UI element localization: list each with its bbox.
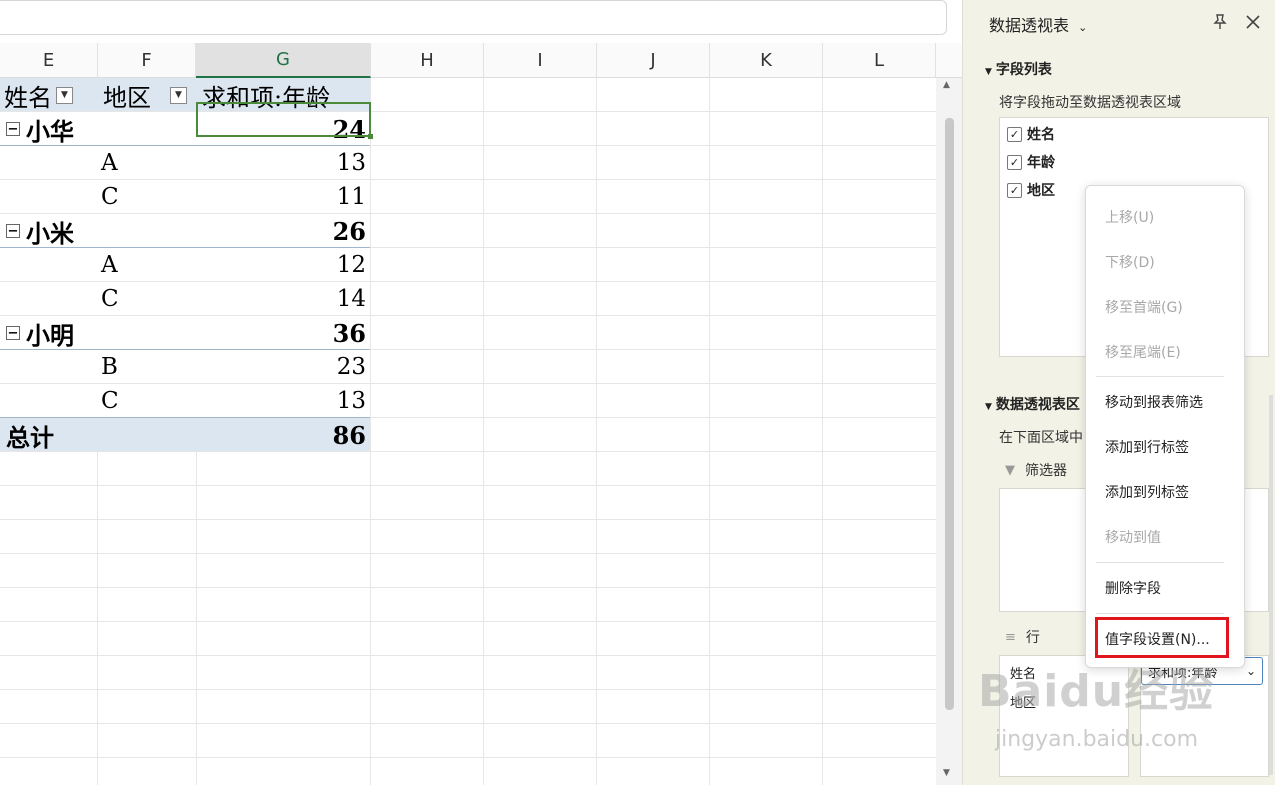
vertical-scrollbar[interactable]: ▲ ▼ — [936, 78, 962, 785]
menu-separator — [1096, 376, 1224, 377]
menu-item-move-to-report-filter[interactable]: 移动到报表筛选 — [1105, 392, 1203, 412]
pivot-group-total[interactable]: 26 — [196, 214, 366, 248]
field-list-section-title[interactable]: ▼ 字段列表 — [985, 59, 1052, 79]
baidu-jingyan-watermark-url: jingyan.baidu.com — [995, 727, 1199, 752]
pivot-region-cell[interactable]: C — [101, 282, 191, 316]
menu-item-move-down[interactable]: 下移(D) — [1105, 252, 1155, 272]
column-header-h[interactable]: H — [371, 43, 484, 78]
areas-description: 在下面区域中 — [999, 430, 1083, 446]
filter-label-text: 筛选器 — [1025, 463, 1067, 479]
collapse-triangle-icon[interactable]: ▼ — [985, 402, 992, 412]
panel-scrollbar[interactable] — [1269, 395, 1273, 775]
pivot-group-row[interactable]: − 小明 — [6, 316, 196, 350]
menu-item-move-to-values[interactable]: 移动到值 — [1105, 527, 1161, 547]
filter-dropdown-icon[interactable]: ▼ — [170, 86, 187, 104]
field-item-name[interactable]: ✓ 姓名 — [1007, 124, 1055, 144]
menu-separator — [1096, 562, 1224, 563]
field-item-region[interactable]: ✓ 地区 — [1007, 180, 1055, 200]
areas-section-title[interactable]: ▼ 数据透视表区 — [985, 394, 1080, 414]
spreadsheet: E F G H I J K L 姓名 ▼ 地区 ▼ 求和项:年龄 − 小华 24… — [0, 0, 962, 785]
areas-title-text: 数据透视表区 — [995, 397, 1080, 413]
pivot-value-cell[interactable]: 13 — [196, 146, 366, 180]
chevron-down-icon[interactable]: ⌄ — [1078, 21, 1087, 34]
pivot-group-name: 小米 — [26, 218, 74, 248]
formula-bar[interactable] — [0, 0, 947, 35]
pivot-value-cell[interactable]: 13 — [196, 384, 366, 418]
cell-grid[interactable]: 姓名 ▼ 地区 ▼ 求和项:年龄 − 小华 24 A 13 C 11 − 小米 … — [0, 78, 936, 785]
pivot-region-cell[interactable]: B — [101, 350, 191, 384]
field-list-description: 将字段拖动至数据透视表区域 — [999, 95, 1181, 111]
pivot-value-cell[interactable]: 11 — [196, 180, 366, 214]
pivot-group-row[interactable]: − 小华 — [6, 112, 196, 146]
pivot-region-cell[interactable]: C — [101, 384, 191, 418]
column-header-k[interactable]: K — [710, 43, 823, 78]
pivot-value-cell[interactable]: 12 — [196, 248, 366, 282]
pivot-value-cell[interactable]: 23 — [196, 350, 366, 384]
active-cell-selection[interactable] — [196, 102, 373, 139]
pivot-region-cell[interactable]: A — [101, 248, 191, 282]
pivot-group-total[interactable]: 36 — [196, 316, 366, 350]
menu-item-move-to-end[interactable]: 移至尾端(E) — [1105, 342, 1181, 362]
menu-item-remove-field[interactable]: 删除字段 — [1105, 578, 1161, 598]
field-list-title-text: 字段列表 — [995, 62, 1052, 78]
column-header-i[interactable]: I — [484, 43, 597, 78]
pivot-region-cell[interactable]: A — [101, 146, 191, 180]
collapse-icon[interactable]: − — [6, 326, 20, 340]
scroll-down-icon[interactable]: ▼ — [943, 768, 950, 778]
pivot-grand-total-label[interactable]: 总计 — [6, 418, 196, 452]
column-header-j[interactable]: J — [597, 43, 710, 78]
scroll-up-icon[interactable]: ▲ — [943, 80, 950, 90]
baidu-jingyan-watermark-logo: Baidu经验 — [978, 666, 1215, 717]
highlight-annotation-box — [1095, 617, 1229, 658]
column-header-g[interactable]: G — [196, 43, 371, 78]
column-header-l[interactable]: L — [823, 43, 936, 78]
pivot-group-name: 小明 — [26, 320, 74, 350]
pivot-region-cell[interactable]: C — [101, 180, 191, 214]
scrollbar-thumb[interactable] — [945, 118, 954, 710]
rows-icon: ≡ — [1005, 629, 1016, 645]
field-item-age[interactable]: ✓ 年龄 — [1007, 152, 1055, 172]
pivot-header-region-text: 地区 — [103, 83, 151, 112]
collapse-icon[interactable]: − — [6, 224, 20, 238]
filter-icon: ▼ — [1005, 462, 1015, 478]
pivot-grand-total-value[interactable]: 86 — [196, 418, 366, 452]
close-icon[interactable] — [1244, 13, 1262, 31]
panel-title-text: 数据透视表 — [989, 16, 1070, 35]
field-item-label: 年龄 — [1027, 155, 1055, 171]
filter-dropdown-icon[interactable]: ▼ — [56, 86, 73, 104]
column-header-f[interactable]: F — [98, 43, 196, 78]
checkbox-checked-icon[interactable]: ✓ — [1007, 182, 1022, 198]
checkbox-checked-icon[interactable]: ✓ — [1007, 154, 1022, 170]
column-header-e[interactable]: E — [0, 43, 98, 78]
collapse-triangle-icon[interactable]: ▼ — [985, 67, 992, 77]
field-item-label: 姓名 — [1027, 127, 1055, 143]
menu-item-add-to-row-labels[interactable]: 添加到行标签 — [1105, 437, 1189, 457]
field-item-label: 地区 — [1027, 183, 1055, 199]
pivot-group-name: 小华 — [26, 116, 74, 146]
panel-title[interactable]: 数据透视表 ⌄ — [989, 12, 1087, 36]
pivot-header-name[interactable]: 姓名 ▼ — [4, 78, 98, 112]
menu-item-add-to-column-labels[interactable]: 添加到列标签 — [1105, 482, 1189, 502]
column-header-row: E F G H I J K L — [0, 43, 962, 78]
row-area-label: ≡ 行 — [1005, 627, 1040, 647]
pivot-header-name-text: 姓名 — [4, 83, 52, 112]
pivot-value-cell[interactable]: 14 — [196, 282, 366, 316]
context-menu: 上移(U) 下移(D) 移至首端(G) 移至尾端(E) 移动到报表筛选 添加到行… — [1085, 185, 1245, 668]
menu-separator — [1096, 613, 1224, 614]
menu-item-move-to-start[interactable]: 移至首端(G) — [1105, 297, 1183, 317]
collapse-icon[interactable]: − — [6, 122, 20, 136]
menu-item-move-up[interactable]: 上移(U) — [1105, 207, 1154, 227]
pin-icon[interactable] — [1211, 13, 1229, 31]
chevron-down-icon[interactable]: ⌄ — [1246, 664, 1256, 678]
row-label-text: 行 — [1025, 630, 1040, 646]
pivot-group-row[interactable]: − 小米 — [6, 214, 196, 248]
checkbox-checked-icon[interactable]: ✓ — [1007, 126, 1022, 142]
pivot-header-region[interactable]: 地区 ▼ — [103, 78, 197, 112]
filter-area-label: ▼ 筛选器 — [1005, 460, 1067, 480]
